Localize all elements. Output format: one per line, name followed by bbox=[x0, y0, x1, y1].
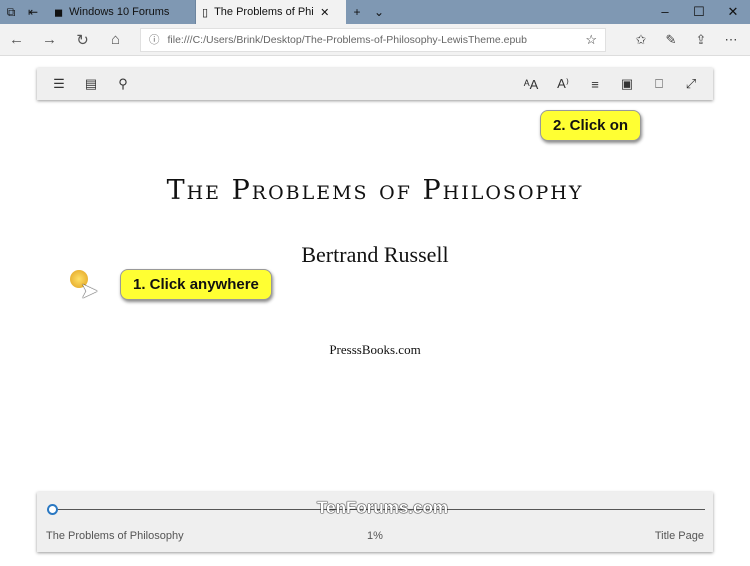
new-tab-icon[interactable]: + bbox=[346, 5, 368, 19]
footer-book-title: The Problems of Philosophy bbox=[46, 530, 184, 542]
text-options-icon[interactable]: ᴬA bbox=[515, 77, 547, 92]
search-icon[interactable]: ⚲ bbox=[107, 76, 139, 92]
minimize-icon[interactable]: – bbox=[648, 4, 682, 20]
forward-icon[interactable]: → bbox=[33, 31, 66, 48]
chevron-down-icon[interactable]: ⌄ bbox=[368, 5, 390, 19]
home-icon[interactable]: ⌂ bbox=[99, 31, 132, 48]
refresh-icon[interactable]: ↻ bbox=[66, 31, 99, 49]
notes-icon[interactable]: ▤ bbox=[75, 76, 107, 92]
callout-click-anywhere: 1. Click anywhere bbox=[120, 269, 272, 300]
read-aloud-icon[interactable]: A⁾ bbox=[547, 76, 579, 92]
reader-toolbar: ☰ ▤ ⚲ ᴬA A⁾ ≡ ▣ ⎕ ⤢ bbox=[37, 68, 713, 100]
favorites-icon[interactable]: ✩ bbox=[626, 32, 656, 48]
close-window-icon[interactable]: ✕ bbox=[716, 4, 750, 20]
close-tab-icon[interactable]: ✕ bbox=[320, 6, 329, 19]
progress-bar-panel: TenForums.com The Problems of Philosophy… bbox=[37, 492, 713, 552]
progress-percent: 1% bbox=[367, 530, 383, 542]
progress-slider-thumb[interactable] bbox=[47, 504, 58, 515]
cursor-icon: ➤ bbox=[80, 278, 99, 303]
book-title: The Problems of Philosophy bbox=[166, 175, 584, 206]
maximize-icon[interactable]: ☐ bbox=[682, 4, 716, 20]
tab-preview-icon[interactable]: ⧉ bbox=[0, 5, 22, 20]
book-publisher: PresssBooks.com bbox=[329, 342, 421, 357]
bookmark-icon[interactable]: ⎕ bbox=[643, 76, 675, 92]
share-icon[interactable]: ⇪ bbox=[686, 32, 716, 48]
save-icon[interactable]: ▣ bbox=[611, 76, 643, 92]
callout-click-on: 2. Click on bbox=[540, 110, 642, 141]
address-bar-row: ← → ↻ ⌂ ⓘ file:///C:/Users/Brink/Desktop/… bbox=[0, 24, 750, 56]
watermark: TenForums.com bbox=[317, 498, 448, 517]
learning-tools-icon[interactable]: ≡ bbox=[579, 77, 611, 92]
info-icon: ⓘ bbox=[149, 34, 160, 46]
pen-icon[interactable]: ✎ bbox=[656, 32, 686, 48]
address-input[interactable]: ⓘ file:///C:/Users/Brink/Desktop/The-Prob… bbox=[140, 27, 606, 52]
site-favicon: ◼ bbox=[54, 6, 64, 19]
favorite-star-icon[interactable]: ☆ bbox=[585, 32, 597, 48]
contents-icon[interactable]: ☰ bbox=[43, 76, 75, 92]
chapter-name: Title Page bbox=[654, 530, 704, 542]
book-icon: ▯ bbox=[202, 6, 209, 19]
tab-bar: ⧉ ⇤ ◼ Windows 10 Forums ▯ The Problems of … bbox=[0, 0, 750, 24]
set-aside-tabs-icon[interactable]: ⇤ bbox=[22, 5, 44, 19]
book-author: Bertrand Russell bbox=[301, 242, 449, 267]
fullscreen-icon[interactable]: ⤢ bbox=[675, 76, 707, 92]
tab-problems-of-philosophy[interactable]: ▯The Problems of Philosophy✕ bbox=[196, 0, 346, 24]
tab-windows-10-forums[interactable]: ◼ Windows 10 Forums bbox=[48, 0, 196, 24]
more-icon[interactable]: ⋯ bbox=[716, 32, 746, 48]
back-icon[interactable]: ← bbox=[0, 31, 33, 48]
